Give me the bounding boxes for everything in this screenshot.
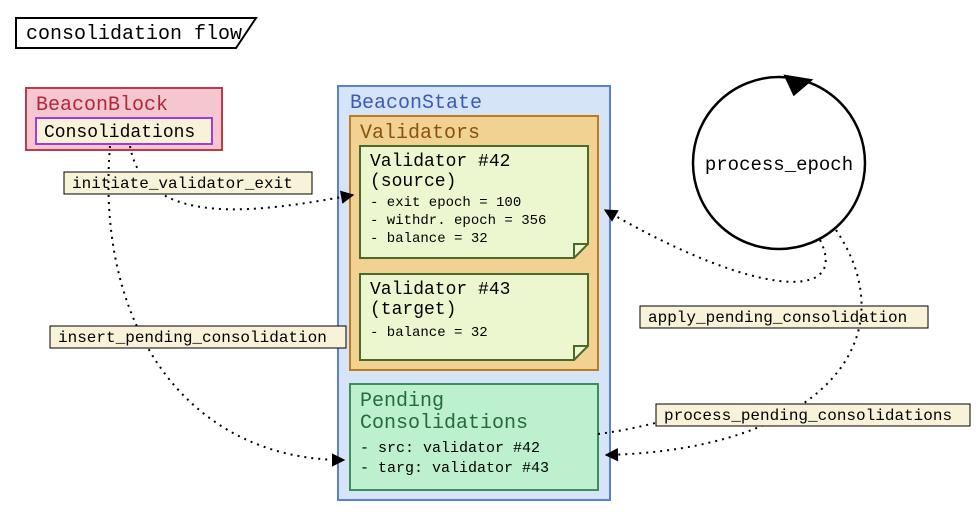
edge-label-initiate-validator-exit: initiate_validator_exit (64, 172, 312, 194)
edge-label-insert-pending-consolidation: insert_pending_consolidation (50, 326, 346, 348)
beaconblock-label: BeaconBlock (36, 94, 168, 117)
process-epoch-label: process_epoch (705, 154, 853, 176)
validator-source-note: Validator #42 (source) - exit epoch = 10… (360, 146, 588, 258)
pending-consolidations-box: Pending Consolidations - src: validator … (350, 384, 598, 490)
svg-text:insert_pending_consolidation: insert_pending_consolidation (58, 329, 327, 347)
consolidations-label: Consolidations (44, 123, 195, 143)
validator-source-line2: - withdr. epoch = 356 (370, 213, 546, 229)
process-epoch-node: process_epoch (693, 70, 865, 249)
validator-source-title1: Validator #42 (370, 152, 510, 172)
beaconstate-group: BeaconState Validators Validator #42 (so… (338, 86, 610, 500)
validator-target-note: Validator #43 (target) - balance = 32 (360, 274, 588, 360)
pending-label2: Consolidations (360, 412, 528, 435)
validator-source-title2: (source) (370, 172, 456, 192)
pending-line1: - src: validator #42 (360, 440, 540, 457)
validator-target-title2: (target) (370, 300, 456, 320)
svg-text:initiate_validator_exit: initiate_validator_exit (72, 175, 293, 193)
pending-label1: Pending (360, 390, 444, 413)
edge-label-apply-pending-consolidation: apply_pending_consolidation (640, 306, 928, 328)
diagram-canvas: consolidation flow BeaconBlock Consolida… (0, 0, 980, 516)
diagram-title: consolidation flow (16, 18, 256, 48)
validator-source-line3: - balance = 32 (370, 231, 488, 247)
beaconblock-group: BeaconBlock Consolidations (26, 88, 222, 150)
validator-target-line1: - balance = 32 (370, 325, 488, 341)
validators-label: Validators (360, 122, 480, 145)
pending-line2: - targ: validator #43 (360, 460, 549, 477)
svg-text:process_pending_consolidations: process_pending_consolidations (664, 407, 952, 425)
diagram-title-text: consolidation flow (26, 23, 242, 46)
edge-label-process-pending-consolidations: process_pending_consolidations (656, 404, 970, 426)
beaconstate-label: BeaconState (350, 92, 482, 115)
svg-text:apply_pending_consolidation: apply_pending_consolidation (648, 309, 907, 327)
validator-source-line1: - exit epoch = 100 (370, 195, 521, 211)
validator-target-title1: Validator #43 (370, 280, 510, 300)
